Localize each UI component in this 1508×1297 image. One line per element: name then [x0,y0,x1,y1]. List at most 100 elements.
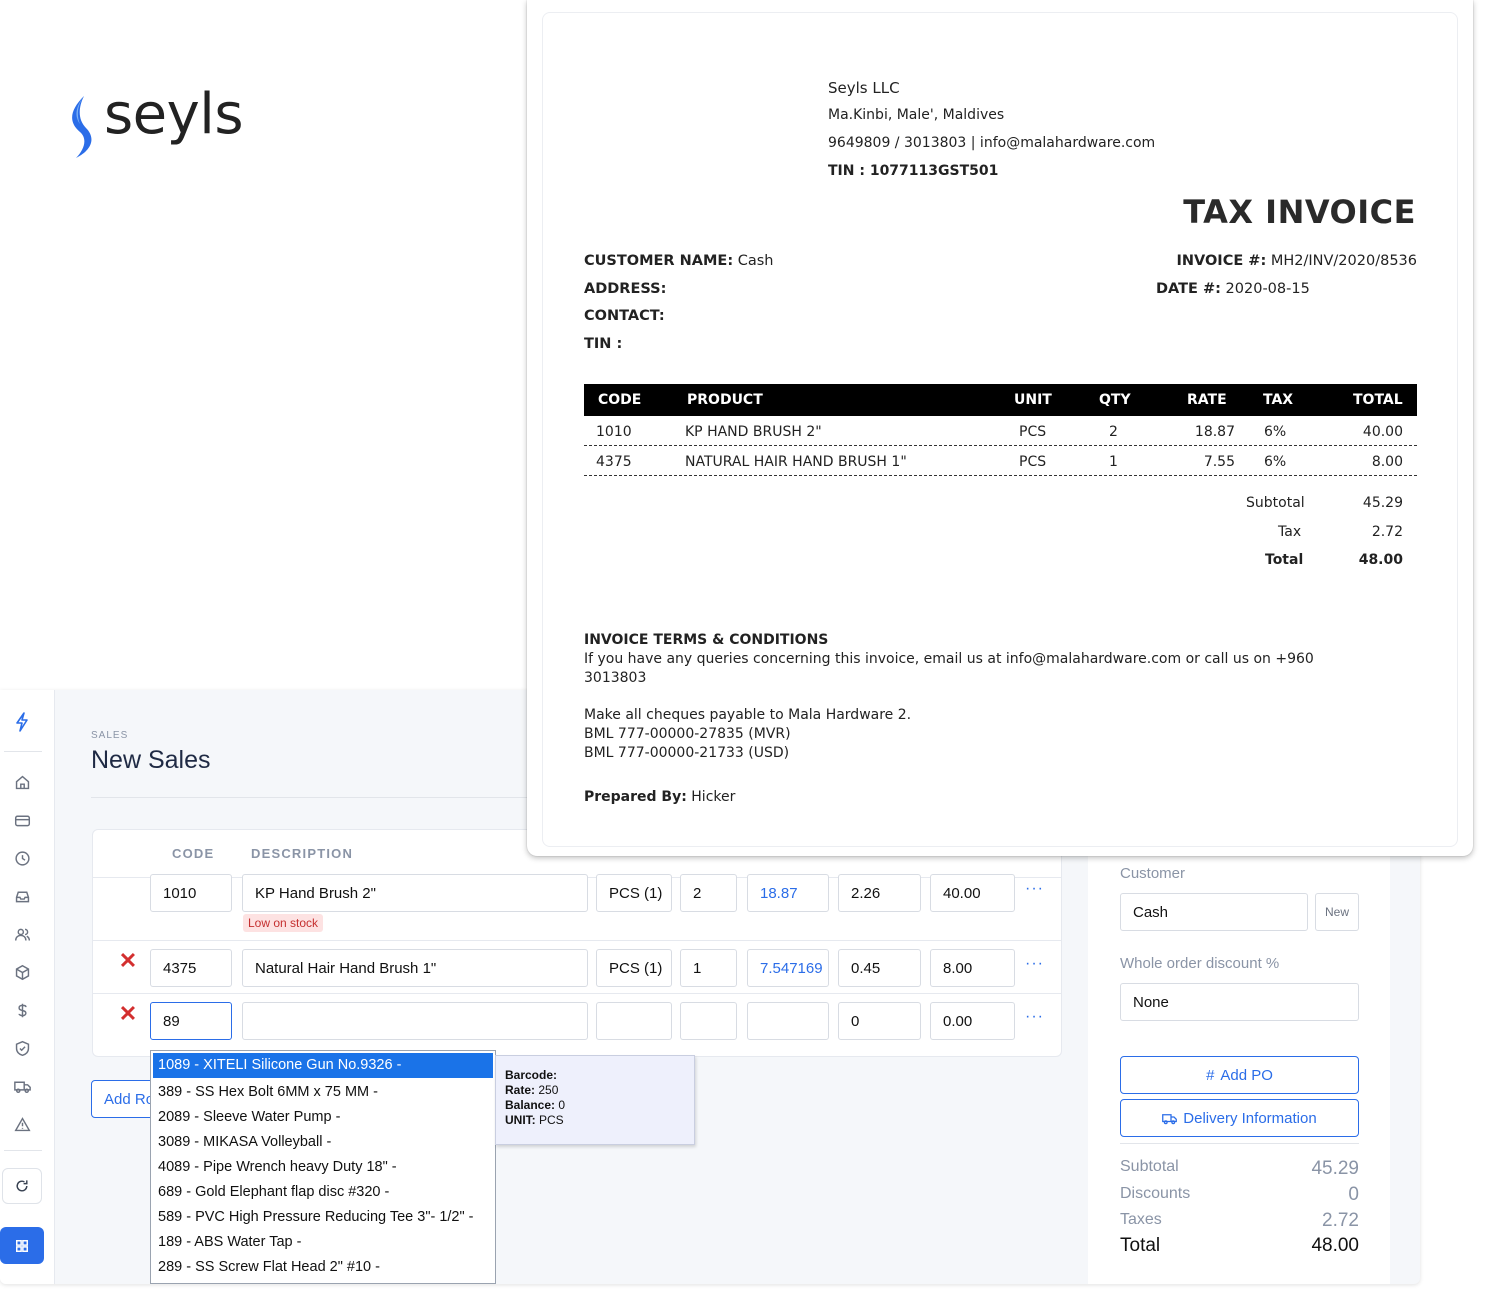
discount-select[interactable]: None [1120,983,1359,1021]
invoice-cell-tax: 6% [1264,424,1287,440]
invoice-cell-rate: 18.87 [1194,424,1235,440]
autocomplete-option[interactable]: 589 - PVC High Pressure Reducing Tee 3"-… [151,1205,495,1230]
invoice-tax-label: Tax [1278,524,1302,540]
sidebar-divider [4,751,42,752]
invoice-table-row: 1010 KP HAND BRUSH 2" PCS 2 18.87 6% 40.… [584,416,1417,446]
terms-line-1: If you have any queries concerning this … [584,651,1314,667]
tax-input[interactable]: 2.26 [838,874,921,912]
card-icon[interactable] [10,808,34,832]
invoice-cell-unit: PCS [1019,454,1047,470]
description-input[interactable] [242,1002,588,1040]
tooltip-unit-label: UNIT: [505,1113,536,1127]
row-more-button[interactable]: ··· [1025,1008,1044,1026]
apps-grid-button[interactable] [0,1227,44,1264]
qty-input[interactable] [680,1002,737,1040]
autocomplete-option[interactable]: 4089 - Pipe Wrench heavy Duty 18" - [151,1155,495,1180]
autocomplete-option[interactable]: 3089 - MIKASA Volleyball - [151,1130,495,1155]
rate-input[interactable]: 18.87 [747,874,829,912]
customer-field[interactable]: Cash [1120,893,1308,931]
invoice-cell-total: 8.00 [1371,454,1403,470]
unit-select[interactable]: PCS (1) [596,874,672,912]
taxes-label: Taxes [1120,1211,1162,1228]
row-more-button[interactable]: ··· [1025,955,1044,973]
company-tin: TIN : 1077113GST501 [828,163,998,179]
total-input[interactable]: 0.00 [930,1002,1015,1040]
company-logo: seyls [64,80,284,170]
new-customer-button[interactable]: New [1315,893,1359,931]
dollar-icon[interactable] [10,998,34,1022]
truck-icon[interactable] [10,1074,34,1098]
row-more-button[interactable]: ··· [1025,880,1044,898]
breadcrumb[interactable]: SALES [91,730,128,741]
inbox-icon[interactable] [10,884,34,908]
description-input[interactable]: Natural Hair Hand Brush 1" [242,949,588,987]
autocomplete-option[interactable]: 1089 - XITELI Silicone Gun No.9326 - [153,1053,493,1078]
shield-icon[interactable] [10,1036,34,1060]
sidebar [0,690,55,1284]
taxes-value: 2.72 [1322,1210,1359,1231]
box-icon[interactable] [10,960,34,984]
autocomplete-option[interactable]: 2089 - Sleeve Water Pump - [151,1105,495,1130]
description-input[interactable]: KP Hand Brush 2" [242,874,588,912]
invoice-date-value: 2020-08-15 [1225,281,1310,297]
unit-select[interactable]: PCS (1) [596,949,672,987]
invoice-cell-qty: 1 [1109,454,1118,470]
grid-icon [16,1239,28,1252]
invoice-cell-tax: 6% [1264,454,1287,470]
tax-input[interactable]: 0 [838,1002,921,1040]
logo-swoosh-icon [72,96,92,158]
invoice-col-code: CODE [598,392,642,408]
remove-row-icon[interactable]: ✕ [118,1003,138,1025]
customer-label: Customer [1120,865,1186,882]
invoice-items-table: CODE PRODUCT UNIT QTY RATE TAX TOTAL 101… [584,384,1417,476]
add-po-button[interactable]: # Add PO [1120,1056,1359,1094]
title-divider [91,797,531,798]
invoice-table-header: CODE PRODUCT UNIT QTY RATE TAX TOTAL [584,384,1417,416]
company-name: Seyls LLC [828,79,900,97]
qty-input[interactable]: 1 [680,949,737,987]
delivery-information-button[interactable]: Delivery Information [1120,1099,1359,1137]
total-value: 48.00 [1311,1235,1359,1256]
home-icon[interactable] [10,770,34,794]
code-input[interactable]: 4375 [150,949,232,987]
delivery-information-label: Delivery Information [1183,1109,1317,1127]
invoice-col-total: TOTAL [1353,392,1403,408]
invoice-tax-value: 2.72 [1371,524,1403,540]
order-summary-panel: Customer Cash New Whole order discount %… [1088,850,1390,1284]
rate-input[interactable]: 7.547169 [747,949,829,987]
remove-row-icon[interactable]: ✕ [118,950,138,972]
contact-line: CONTACT: [584,308,665,324]
discount-label: Whole order discount % [1120,955,1280,972]
tooltip-rate-value: 250 [538,1083,559,1097]
autocomplete-option[interactable]: 389 - SS Hex Bolt 6MM x 75 MM - [151,1080,495,1105]
add-po-label: Add PO [1220,1066,1273,1084]
autocomplete-option[interactable]: 189 - ABS Water Tap - [151,1230,495,1255]
page-title: New Sales [91,746,211,774]
warning-icon[interactable] [10,1112,34,1136]
invoice-total-value: 48.00 [1358,552,1403,568]
code-input[interactable]: 89 [150,1002,232,1040]
tooltip-balance-label: Balance: [505,1098,556,1112]
invoice-cell-code: 1010 [596,424,632,440]
users-icon[interactable] [10,922,34,946]
clock-icon[interactable] [10,846,34,870]
discounts-label: Discounts [1120,1185,1191,1202]
company-tin-value: 1077113GST501 [869,163,999,179]
refresh-button[interactable] [2,1168,42,1204]
prepared-by-label: Prepared By: [584,789,687,805]
bolt-icon[interactable] [0,704,44,740]
rate-input[interactable] [747,1002,829,1040]
row-divider [93,993,1061,994]
total-input[interactable]: 8.00 [930,949,1015,987]
tax-input[interactable]: 0.45 [838,949,921,987]
code-input[interactable]: 1010 [150,874,232,912]
invoice-date-label: DATE #: [1156,281,1221,297]
invoice-cell-rate: 7.55 [1203,454,1235,470]
invoice-cell-qty: 2 [1109,424,1118,440]
invoice-subtotal-label: Subtotal [1246,495,1305,511]
qty-input[interactable]: 2 [680,874,737,912]
unit-select[interactable] [596,1002,672,1040]
total-input[interactable]: 40.00 [930,874,1015,912]
autocomplete-option[interactable]: 689 - Gold Elephant flap disc #320 - [151,1180,495,1205]
autocomplete-option[interactable]: 289 - SS Screw Flat Head 2" #10 - [151,1255,495,1280]
